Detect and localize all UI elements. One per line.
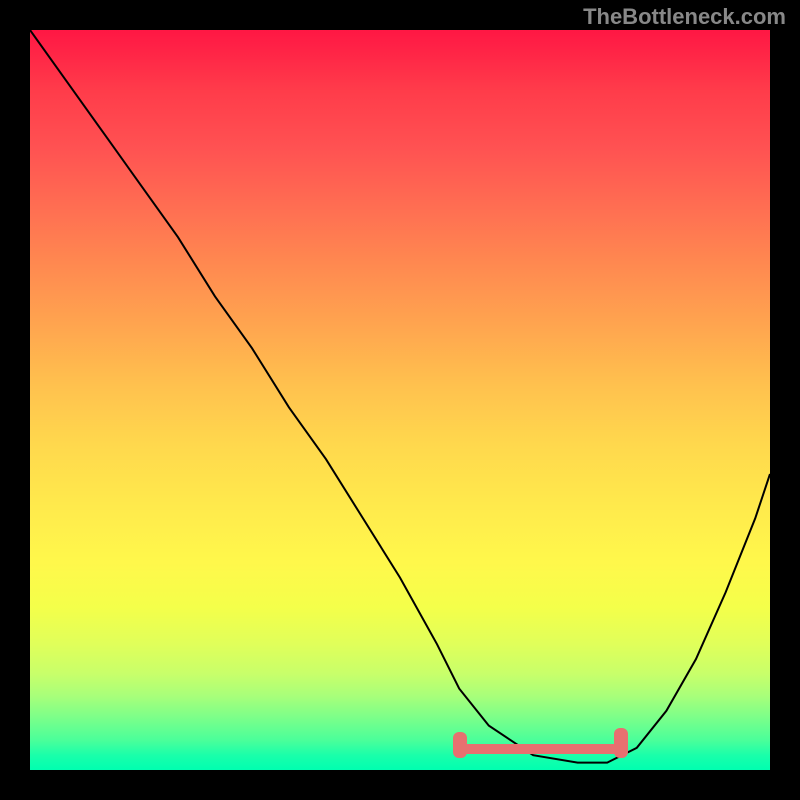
optimal-marker-band — [459, 744, 622, 754]
optimal-marker-right — [614, 728, 628, 758]
watermark-text: TheBottleneck.com — [583, 4, 786, 30]
bottleneck-curve — [30, 30, 770, 770]
chart-plot-area — [30, 30, 770, 770]
